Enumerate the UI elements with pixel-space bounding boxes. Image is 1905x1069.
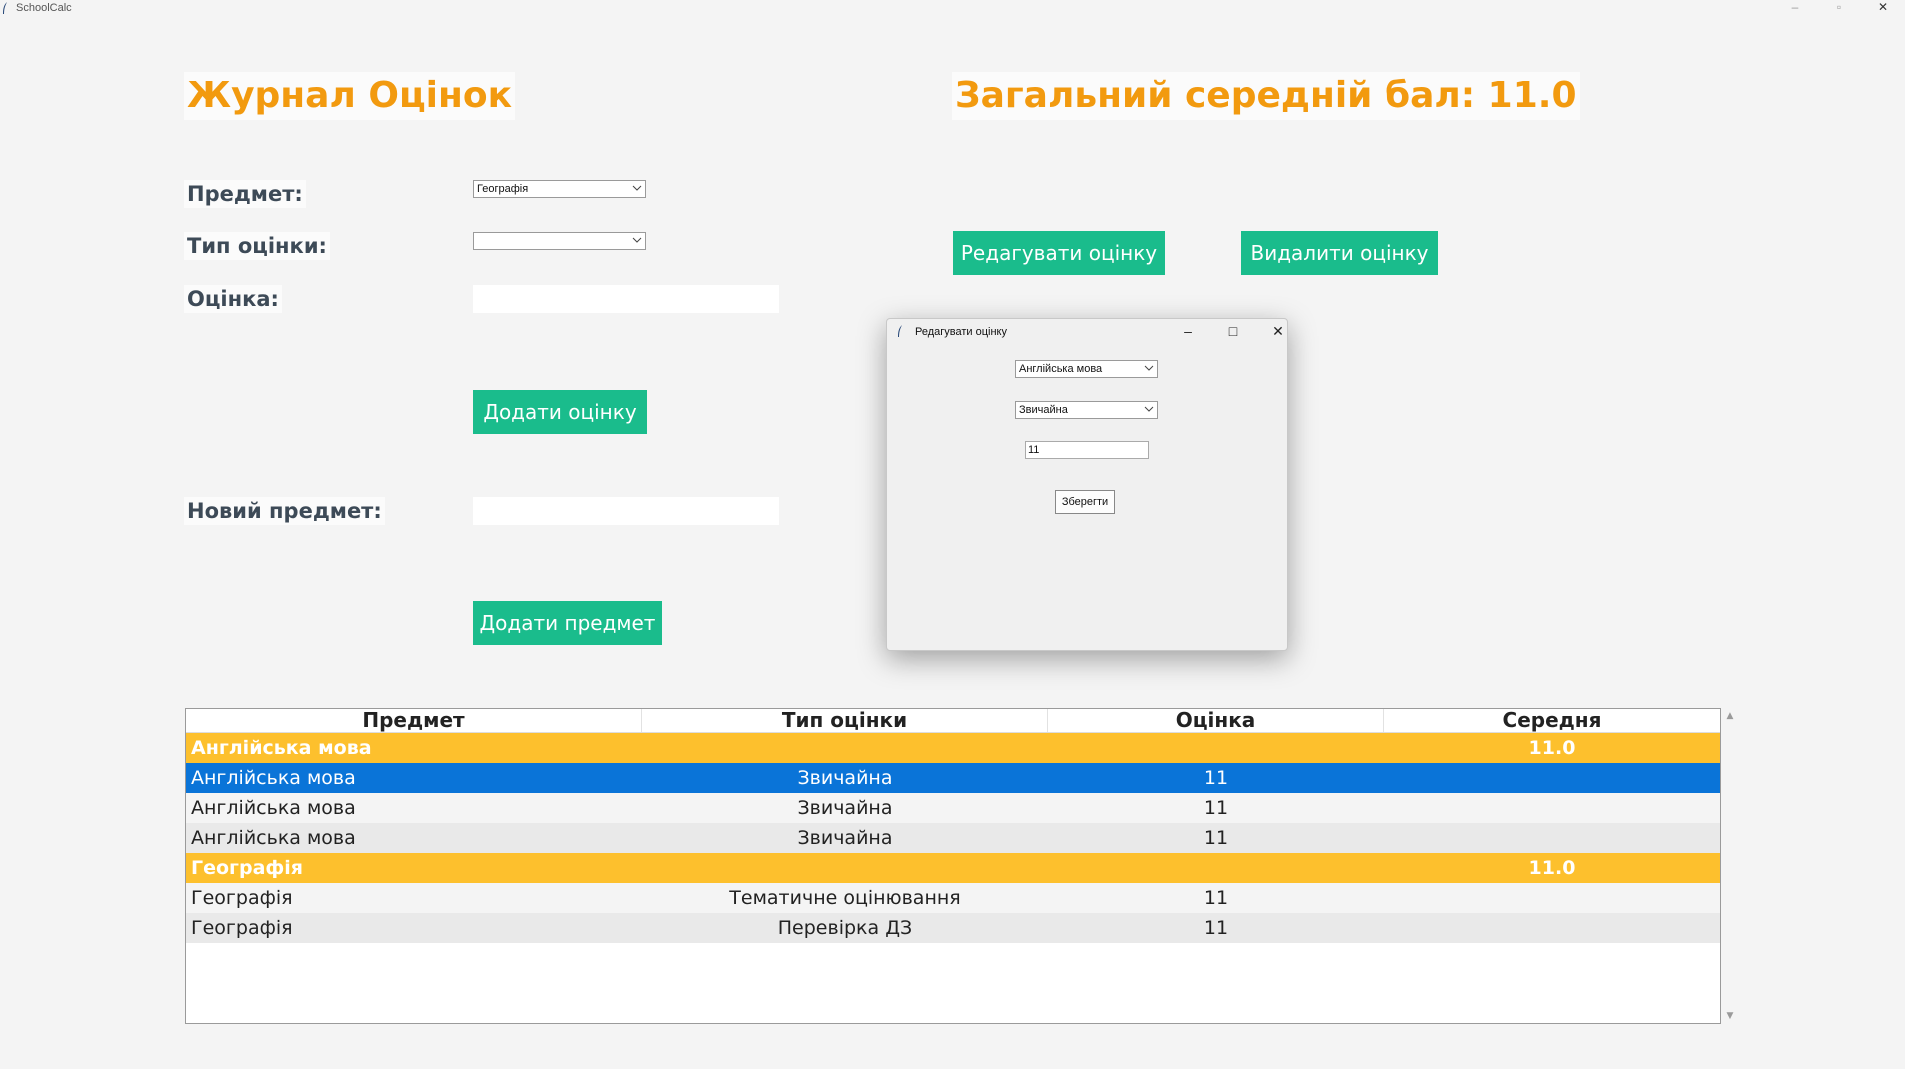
feather-icon (3, 2, 7, 14)
cell-type: Звичайна (797, 767, 893, 789)
dialog-subject-select[interactable]: Англійська мова (1015, 360, 1158, 378)
table-group-row[interactable]: Географія 11.0 (186, 853, 1720, 883)
grade-type-label: Тип оцінки: (184, 232, 330, 260)
maximize-icon[interactable]: ▫ (1817, 0, 1861, 18)
cell-average (1384, 763, 1720, 793)
cell-subject: Англійська мова (191, 827, 356, 849)
new-subject-input[interactable] (473, 497, 779, 525)
minimize-icon[interactable]: – (1773, 0, 1817, 18)
table-row[interactable]: Географія Перевірка ДЗ 11 (186, 913, 1720, 943)
cell-subject: Географія (191, 917, 293, 939)
grade-input[interactable] (473, 285, 779, 313)
save-button[interactable]: Зберегти (1055, 490, 1115, 514)
scroll-down-icon[interactable]: ▼ (1726, 1012, 1734, 1021)
chevron-down-icon (632, 185, 642, 191)
column-header-grade[interactable]: Оцінка (1048, 709, 1384, 732)
cell-grade (1048, 853, 1384, 883)
grade-type-select[interactable] (473, 232, 646, 250)
dialog-subject-value: Англійська мова (1019, 363, 1103, 375)
add-grade-button[interactable]: Додати оцінку (473, 390, 647, 434)
cell-average: 11.0 (1528, 857, 1576, 879)
window-titlebar: SchoolCalc – ▫ ✕ (0, 0, 1905, 18)
cell-average: 11.0 (1528, 737, 1576, 759)
dialog-type-value: Звичайна (1019, 404, 1068, 416)
edit-grade-dialog: Редагувати оцінку – □ ✕ Англійська мова … (886, 318, 1288, 651)
maximize-icon[interactable]: □ (1218, 321, 1248, 341)
close-icon[interactable]: ✕ (1263, 321, 1293, 341)
cell-grade: 11 (1203, 917, 1229, 939)
chevron-down-icon (632, 237, 642, 243)
cell-type (642, 733, 1048, 763)
cell-average (1384, 823, 1720, 853)
cell-grade: 11 (1203, 797, 1229, 819)
cell-type (642, 853, 1048, 883)
grade-label: Оцінка: (184, 285, 282, 313)
column-header-average[interactable]: Середня (1384, 709, 1720, 732)
dialog-type-select[interactable]: Звичайна (1015, 401, 1158, 419)
journal-title: Журнал Оцінок (184, 72, 516, 120)
dialog-grade-input[interactable]: 11 (1025, 441, 1149, 459)
cell-grade (1048, 733, 1384, 763)
cell-type: Звичайна (797, 827, 893, 849)
minimize-icon[interactable]: – (1173, 321, 1203, 341)
delete-grade-button[interactable]: Видалити оцінку (1241, 231, 1438, 275)
table-row[interactable]: Англійська мова Звичайна 11 (186, 793, 1720, 823)
cell-subject: Географія (191, 857, 303, 879)
cell-grade: 11 (1203, 827, 1229, 849)
cell-type: Звичайна (797, 797, 893, 819)
add-subject-button[interactable]: Додати предмет (473, 601, 662, 645)
table-header: Предмет Тип оцінки Оцінка Середня (186, 709, 1720, 733)
overall-average: Загальний середній бал: 11.0 (952, 72, 1580, 120)
cell-subject: Англійська мова (191, 737, 372, 759)
cell-average (1384, 793, 1720, 823)
cell-grade: 11 (1203, 887, 1229, 909)
close-icon[interactable]: ✕ (1861, 0, 1905, 18)
edit-grade-button[interactable]: Редагувати оцінку (953, 231, 1165, 275)
cell-average (1384, 913, 1720, 943)
chevron-down-icon (1144, 406, 1154, 412)
column-header-subject[interactable]: Предмет (186, 709, 642, 732)
cell-type: Перевірка ДЗ (777, 917, 913, 939)
cell-type: Тематичне оцінювання (729, 887, 961, 909)
column-header-type[interactable]: Тип оцінки (642, 709, 1048, 732)
table-row[interactable]: Англійська мова Звичайна 11 (186, 763, 1720, 793)
table-row[interactable]: Англійська мова Звичайна 11 (186, 823, 1720, 853)
cell-subject: Географія (191, 887, 293, 909)
chevron-down-icon (1144, 365, 1154, 371)
cell-grade: 11 (1203, 767, 1229, 789)
window-title: SchoolCalc (16, 2, 72, 14)
new-subject-label: Новий предмет: (184, 497, 385, 525)
cell-average (1384, 883, 1720, 913)
subject-select-value: Географія (477, 183, 529, 195)
table-scrollbar[interactable]: ▲ ▼ (1723, 708, 1737, 1024)
table-row[interactable]: Географія Тематичне оцінювання 11 (186, 883, 1720, 913)
subject-select[interactable]: Географія (473, 180, 646, 198)
cell-subject: Англійська мова (191, 767, 356, 789)
subject-label: Предмет: (184, 180, 306, 208)
feather-icon (898, 325, 902, 337)
scroll-up-icon[interactable]: ▲ (1726, 712, 1734, 721)
table-group-row[interactable]: Англійська мова 11.0 (186, 733, 1720, 763)
grades-table[interactable]: Предмет Тип оцінки Оцінка Середня Англій… (185, 708, 1721, 1024)
dialog-title: Редагувати оцінку (915, 326, 1007, 338)
cell-subject: Англійська мова (191, 797, 356, 819)
